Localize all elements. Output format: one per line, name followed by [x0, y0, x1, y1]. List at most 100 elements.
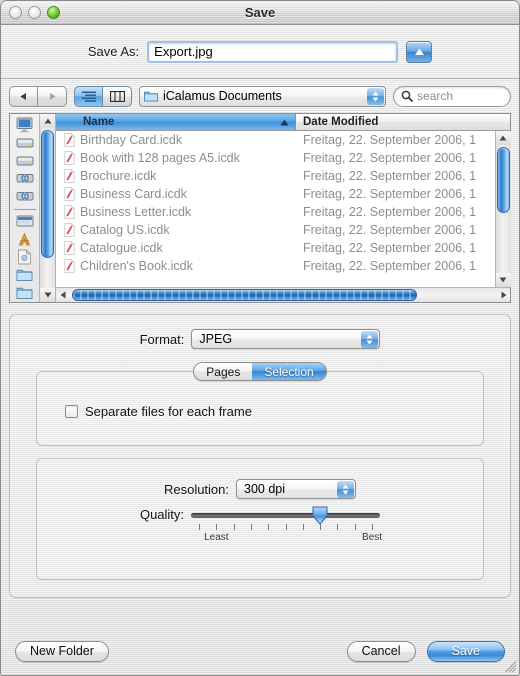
quality-tick — [250, 524, 252, 530]
sidebar-divider — [13, 208, 36, 210]
quality-tick — [372, 524, 374, 530]
format-row: Format: JPEG — [10, 329, 510, 349]
separate-files-checkbox[interactable] — [65, 405, 78, 418]
save-as-input[interactable]: Export.jpg — [147, 40, 399, 63]
quality-row: Quality: Least Best — [37, 506, 483, 544]
quality-slider-track[interactable] — [191, 513, 381, 518]
back-button[interactable] — [9, 85, 38, 107]
places-scroll-track[interactable] — [40, 128, 55, 288]
file-list-scroll-track[interactable] — [495, 145, 511, 273]
list-view-button[interactable] — [74, 85, 103, 107]
tab-pages[interactable]: Pages — [194, 363, 253, 380]
new-folder-button[interactable]: New Folder — [15, 640, 109, 662]
save-as-label: Save As: — [87, 44, 140, 59]
sidebar-item-applications[interactable] — [14, 231, 36, 248]
file-list-scroll-thumb[interactable] — [496, 147, 510, 213]
quality-least-label: Least — [204, 532, 229, 543]
file-date-cell: Freitag, 22. September 2006, 1 — [303, 259, 477, 273]
file-list-horizontal-scrollbar[interactable] — [56, 287, 510, 302]
sidebar-item-folder-1[interactable] — [14, 267, 36, 284]
file-date-cell: Freitag, 22. September 2006, 1 — [303, 133, 477, 147]
save-as-value: Export.jpg — [154, 44, 213, 59]
file-name-label: Catalog US.icdk — [80, 223, 170, 237]
places-scrollbar[interactable] — [40, 114, 56, 302]
resolution-select-arrows — [337, 481, 355, 498]
triangle-up-icon — [499, 135, 507, 141]
tab-selection[interactable]: Selection — [252, 363, 326, 380]
quality-best-label: Best — [362, 532, 383, 543]
file-name-label: Business Letter.icdk — [80, 205, 192, 219]
table-row[interactable]: Catalogue.icdk Freitag, 22. September 20… — [56, 239, 495, 257]
search-input[interactable]: search — [393, 85, 511, 107]
table-row[interactable]: Children's Book.icdk Freitag, 22. Septem… — [56, 257, 495, 275]
quality-tick — [302, 524, 304, 530]
column-view-button[interactable] — [103, 85, 132, 107]
file-rows: Birthday Card.icdk Freitag, 22. Septembe… — [56, 131, 495, 287]
triangle-left-icon — [20, 92, 26, 100]
sidebar-item-hard-disk-1[interactable] — [14, 134, 36, 151]
sidebar-item-network-1[interactable] — [14, 170, 36, 187]
chevron-up-icon — [372, 91, 379, 95]
table-row[interactable]: Brochure.icdk Freitag, 22. September 200… — [56, 167, 495, 185]
sidebar-item-computer[interactable] — [14, 116, 36, 133]
file-date-cell: Freitag, 22. September 2006, 1 — [303, 205, 477, 219]
quality-tick — [320, 524, 322, 530]
document-icon — [18, 249, 32, 265]
frames-group: Separate files for each frame — [36, 371, 484, 446]
sidebar-item-folder-2[interactable] — [14, 285, 36, 302]
hscroll-right-button[interactable] — [496, 288, 510, 302]
sidebar-item-network-2[interactable] — [14, 188, 36, 205]
file-name-label: Brochure.icdk — [80, 169, 157, 183]
resolution-select[interactable]: 300 dpi — [236, 479, 357, 499]
save-as-row: Save As: Export.jpg — [1, 25, 519, 79]
icalamus-document-icon — [64, 259, 75, 273]
file-name-cell: Business Card.icdk — [56, 187, 296, 201]
location-popup[interactable]: iCalamus Documents — [139, 85, 386, 107]
sidebar-item-hard-disk-2[interactable] — [14, 152, 36, 169]
sidebar-item-documents[interactable] — [14, 249, 36, 266]
file-name-label: Business Card.icdk — [80, 187, 187, 201]
dialog-button-bar: New Folder Cancel Save — [1, 627, 519, 675]
triangle-right-icon — [49, 92, 56, 100]
separate-files-label: Separate files for each frame — [85, 404, 252, 419]
forward-button[interactable] — [38, 85, 67, 107]
chevron-down-icon — [372, 97, 379, 101]
format-select[interactable]: JPEG — [191, 329, 381, 349]
column-header-date-modified[interactable]: Date Modified — [296, 114, 510, 130]
view-mode-buttons — [74, 85, 132, 107]
quality-slider-thumb[interactable] — [312, 506, 328, 525]
cancel-button[interactable]: Cancel — [346, 640, 416, 662]
hscroll-track[interactable] — [70, 288, 496, 302]
navigation-buttons — [9, 85, 67, 107]
file-date-cell: Freitag, 22. September 2006, 1 — [303, 151, 477, 165]
table-row[interactable]: Catalog US.icdk Freitag, 22. September 2… — [56, 221, 495, 239]
hscroll-left-button[interactable] — [56, 288, 70, 302]
column-header-date-label: Date Modified — [303, 116, 379, 128]
places-scroll-down-button[interactable] — [40, 288, 55, 302]
table-row[interactable]: Business Letter.icdk Freitag, 22. Septem… — [56, 203, 495, 221]
places-scroll-thumb[interactable] — [41, 130, 54, 258]
icalamus-document-icon — [64, 223, 75, 237]
table-row[interactable]: Book with 128 pages A5.icdk Freitag, 22.… — [56, 149, 495, 167]
file-list-scroll-down-button[interactable] — [495, 273, 511, 287]
icalamus-document-icon — [64, 133, 75, 147]
separate-files-row[interactable]: Separate files for each frame — [65, 404, 483, 419]
file-name-cell: Business Letter.icdk — [56, 205, 296, 219]
file-name-label: Catalogue.icdk — [80, 241, 163, 255]
places-scroll-up-button[interactable] — [40, 114, 55, 128]
table-row[interactable]: Business Card.icdk Freitag, 22. Septembe… — [56, 185, 495, 203]
table-row[interactable]: Birthday Card.icdk Freitag, 22. Septembe… — [56, 131, 495, 149]
quality-slider[interactable]: Least Best — [191, 506, 383, 544]
hscroll-thumb[interactable] — [72, 289, 417, 301]
folder-icon — [16, 270, 33, 282]
hard-disk-icon — [16, 138, 33, 148]
save-button[interactable]: Save — [426, 640, 505, 662]
column-header-name[interactable]: Name — [56, 114, 296, 130]
sidebar-item-desktop[interactable] — [14, 212, 36, 229]
file-list-scrollbar[interactable] — [495, 131, 511, 287]
search-icon — [401, 90, 413, 102]
file-list-scroll-up-button[interactable] — [495, 131, 511, 145]
search-placeholder: search — [417, 89, 454, 103]
expand-browser-button[interactable] — [406, 40, 433, 63]
resize-grip-icon[interactable] — [504, 660, 517, 673]
